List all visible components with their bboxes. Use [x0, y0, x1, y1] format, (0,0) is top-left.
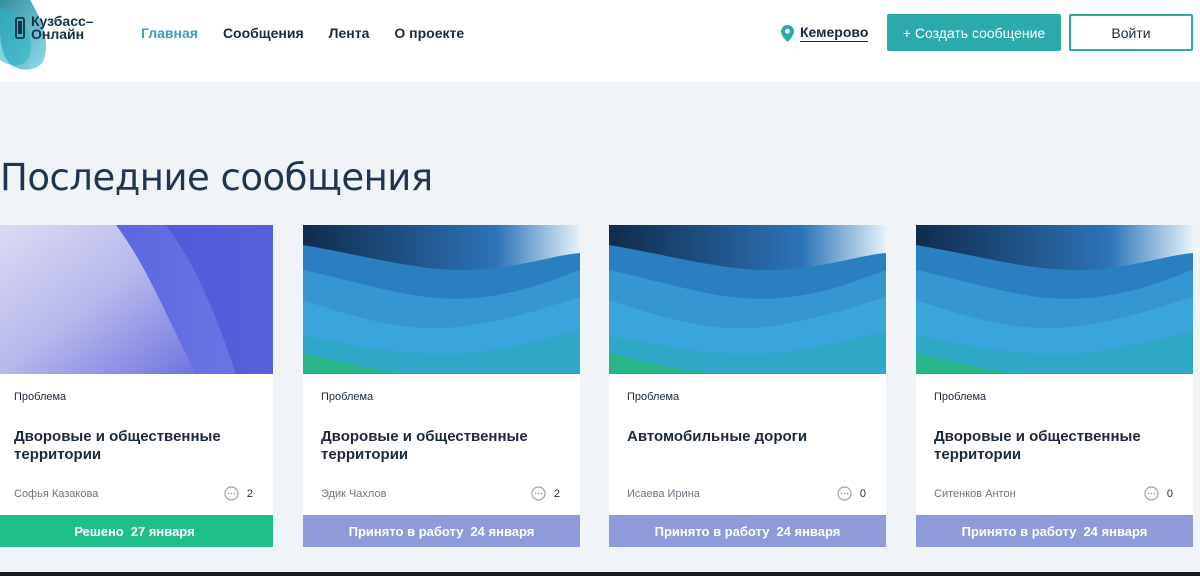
comment-icon — [224, 486, 239, 501]
card-author: Исаева Ирина — [627, 488, 700, 500]
message-card[interactable]: Проблема Дворовые и общественные террито… — [0, 225, 273, 547]
status-badge: Принято в работу 24 января — [916, 515, 1193, 547]
nav-item-feed[interactable]: Лента — [329, 25, 370, 41]
status-label: Решено — [74, 523, 124, 539]
card-title[interactable]: Дворовые и общественные территории — [321, 428, 561, 464]
card-author: Ситенков Антон — [934, 488, 1016, 500]
card-comments: 2 — [224, 486, 253, 501]
card-title[interactable]: Автомобильные дороги — [627, 428, 867, 446]
card-author: Софья Казакова — [14, 488, 99, 500]
status-date: 24 января — [1083, 523, 1148, 539]
status-label: Принято в работу — [961, 523, 1077, 539]
comment-count: 0 — [859, 487, 866, 500]
status-date: 24 января — [470, 523, 535, 539]
nav-item-about[interactable]: О проекте — [394, 25, 464, 41]
main-nav: Главная Сообщения Лента О проекте — [141, 25, 489, 41]
nav-item-home[interactable]: Главная — [141, 25, 198, 41]
card-category: Проблема — [14, 391, 67, 403]
comment-icon — [837, 486, 852, 501]
comment-icon — [531, 486, 546, 501]
nav-item-messages[interactable]: Сообщения — [223, 25, 304, 41]
create-message-button[interactable]: + Создать сообщение — [887, 14, 1061, 51]
footer-divider — [0, 572, 1200, 576]
status-date: 27 января — [130, 523, 195, 539]
card-author: Эдик Чахлов — [321, 488, 387, 500]
message-card[interactable]: Проблема Дворовые и общественные террито… — [916, 225, 1193, 547]
card-image — [916, 225, 1193, 374]
city-label[interactable]: Кемерово — [800, 24, 869, 42]
status-badge: Принято в работу 24 января — [609, 515, 886, 547]
section-title: Последние сообщения — [0, 156, 433, 199]
card-category: Проблема — [934, 391, 987, 403]
card-comments: 0 — [837, 486, 866, 501]
status-label: Принято в работу — [654, 523, 770, 539]
card-image — [609, 225, 886, 374]
status-badge: Принято в работу 24 января — [303, 515, 580, 547]
card-image — [303, 225, 580, 374]
card-title[interactable]: Дворовые и общественные территории — [934, 428, 1174, 464]
card-image — [0, 225, 273, 374]
comment-count: 2 — [246, 487, 253, 500]
card-category: Проблема — [321, 391, 374, 403]
status-label: Принято в работу — [348, 523, 464, 539]
comment-count: 0 — [1166, 487, 1173, 500]
logo-text: Кузбасс– Онлайн — [31, 13, 94, 42]
login-button[interactable]: Войти — [1069, 14, 1193, 51]
card-comments: 2 — [531, 486, 560, 501]
message-card[interactable]: Проблема Автомобильные дороги Исаева Ири… — [609, 225, 886, 547]
status-date: 24 января — [776, 523, 841, 539]
card-comments: 0 — [1144, 486, 1173, 501]
header: Кузбасс– Онлайн Главная Сообщения Лента … — [0, 0, 1200, 82]
status-badge: Решено 27 января — [0, 515, 273, 547]
card-title[interactable]: Дворовые и общественные территории — [14, 428, 254, 464]
location-pin-icon — [781, 24, 794, 42]
comment-icon — [1144, 486, 1159, 501]
city-selector[interactable]: Кемерово — [781, 24, 869, 42]
card-category: Проблема — [627, 391, 680, 403]
comment-count: 2 — [553, 487, 560, 500]
site-logo[interactable]: Кузбасс– Онлайн — [0, 0, 120, 72]
message-card[interactable]: Проблема Дворовые и общественные террито… — [303, 225, 580, 547]
